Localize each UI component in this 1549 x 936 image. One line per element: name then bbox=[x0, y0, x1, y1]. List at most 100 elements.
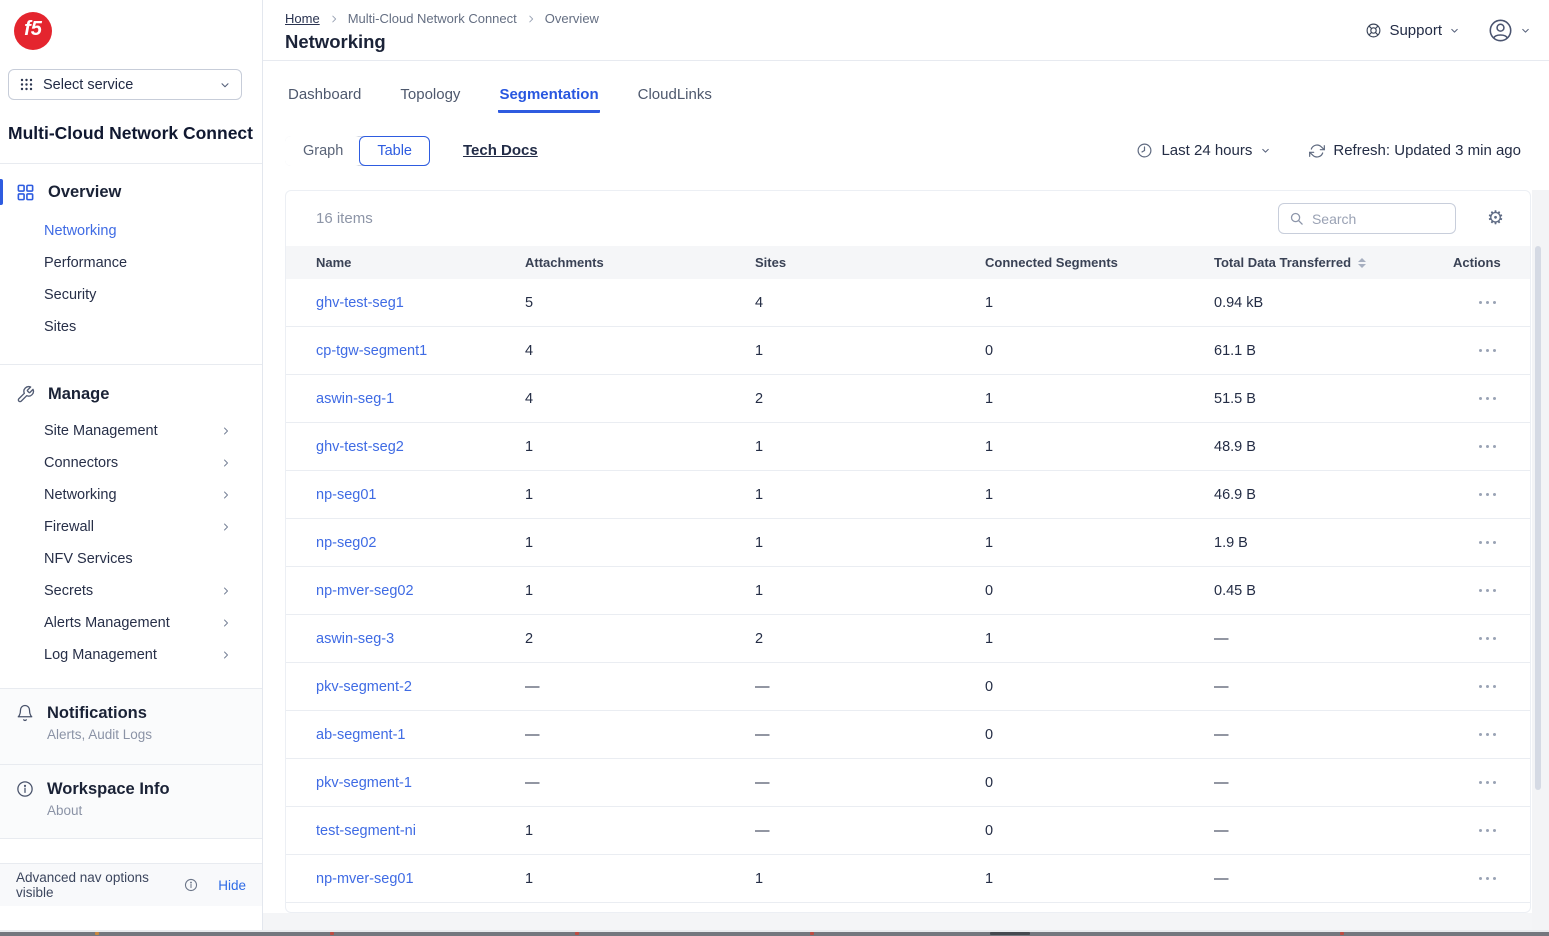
segment-name-link[interactable]: ab-segment-1 bbox=[316, 727, 405, 743]
view-toggle-option[interactable]: Table bbox=[359, 136, 430, 166]
table-row: cp-tgw-segment1 4 1 0 61.1 B bbox=[286, 327, 1530, 375]
row-actions-button[interactable] bbox=[1475, 487, 1501, 503]
search-input[interactable] bbox=[1312, 211, 1445, 227]
support-lifebuoy-icon bbox=[1365, 22, 1382, 39]
row-actions-button[interactable] bbox=[1475, 391, 1501, 407]
segment-name-link[interactable]: ghv-test-seg2 bbox=[316, 439, 404, 455]
tab[interactable]: Topology bbox=[399, 86, 461, 113]
sidebar-item[interactable]: Performance bbox=[0, 247, 262, 279]
connected-segments-value: 0 bbox=[985, 679, 1214, 695]
scrollbar-thumb[interactable] bbox=[1535, 246, 1541, 790]
table-row: pkv-segment-1 — — 0 — bbox=[286, 759, 1530, 807]
breadcrumb-link[interactable]: Multi-Cloud Network Connect bbox=[348, 11, 517, 26]
chevron-right-icon bbox=[220, 521, 232, 533]
account-menu[interactable] bbox=[1488, 18, 1531, 43]
sites-value: 1 bbox=[755, 487, 985, 503]
sidebar-section-manage[interactable]: Manage bbox=[0, 380, 262, 408]
column-header-name[interactable]: Name bbox=[316, 255, 525, 270]
sidebar-item[interactable]: Connectors bbox=[0, 447, 262, 479]
sites-value: 1 bbox=[755, 535, 985, 551]
row-actions-button[interactable] bbox=[1475, 439, 1501, 455]
row-actions-button[interactable] bbox=[1475, 775, 1501, 791]
breadcrumb-link[interactable]: Home bbox=[285, 11, 320, 26]
segment-name-link[interactable]: pkv-segment-1 bbox=[316, 775, 412, 791]
manage-nav-list: Site Management Connectors Networking Fi… bbox=[0, 415, 262, 671]
row-actions-button[interactable] bbox=[1475, 535, 1501, 551]
attachments-value: 4 bbox=[525, 391, 755, 407]
sort-icon[interactable] bbox=[1358, 258, 1366, 268]
scrollbar-track[interactable] bbox=[1532, 190, 1549, 930]
info-icon bbox=[16, 780, 34, 838]
row-actions-button[interactable] bbox=[1475, 343, 1501, 359]
segment-name-link[interactable]: test-segment-ni bbox=[316, 823, 416, 839]
sidebar-section-overview[interactable]: Overview bbox=[0, 178, 262, 206]
tab[interactable]: Segmentation bbox=[498, 86, 599, 113]
sidebar-item[interactable]: Site Management bbox=[0, 415, 262, 447]
refresh-button[interactable]: Refresh: Updated 3 min ago bbox=[1309, 142, 1521, 159]
table-settings-gear-icon[interactable]: ⚙ bbox=[1487, 209, 1504, 228]
total-data-value: 48.9 B bbox=[1214, 439, 1453, 455]
f5-logo[interactable]: f5 bbox=[14, 12, 52, 50]
table-toolbar: 16 items ⚙ bbox=[286, 191, 1530, 246]
chevron-down-icon bbox=[1520, 25, 1531, 36]
clock-icon bbox=[1136, 142, 1153, 159]
support-menu[interactable]: Support bbox=[1365, 22, 1460, 39]
sidebar-item[interactable]: Networking bbox=[0, 479, 262, 511]
segment-name-link[interactable]: cp-tgw-segment1 bbox=[316, 343, 427, 359]
segment-name-link[interactable]: np-mver-seg02 bbox=[316, 583, 414, 599]
segment-name-link[interactable]: aswin-seg-1 bbox=[316, 391, 394, 407]
sidebar-item[interactable]: Networking bbox=[0, 215, 262, 247]
tab[interactable]: CloudLinks bbox=[637, 86, 713, 113]
column-header-connected-segments[interactable]: Connected Segments bbox=[985, 255, 1214, 270]
sidebar-item[interactable]: Firewall bbox=[0, 511, 262, 543]
sidebar-item[interactable]: NFV Services bbox=[0, 543, 262, 575]
sidebar-item[interactable]: Log Management bbox=[0, 639, 262, 671]
select-service-dropdown[interactable]: Select service bbox=[8, 69, 242, 100]
total-data-value: — bbox=[1214, 727, 1453, 743]
page-title: Networking bbox=[285, 31, 1549, 53]
segment-name-link[interactable]: aswin-seg-3 bbox=[316, 631, 394, 647]
row-actions-button[interactable] bbox=[1475, 679, 1501, 695]
chevron-right-icon bbox=[526, 14, 536, 24]
total-data-value: — bbox=[1214, 823, 1453, 839]
connected-segments-value: 1 bbox=[985, 439, 1214, 455]
apps-grid-icon bbox=[19, 77, 34, 92]
row-actions-button[interactable] bbox=[1475, 727, 1501, 743]
wrench-icon bbox=[16, 385, 35, 404]
hide-advanced-nav-link[interactable]: Hide bbox=[218, 878, 246, 893]
segment-name-link[interactable]: pkv-segment-2 bbox=[316, 679, 412, 695]
segment-name-link[interactable]: ghv-test-seg1 bbox=[316, 295, 404, 311]
connected-segments-value: 1 bbox=[985, 487, 1214, 503]
tech-docs-link[interactable]: Tech Docs bbox=[463, 142, 538, 159]
column-header-total-data[interactable]: Total Data Transferred bbox=[1214, 255, 1453, 270]
tab-bar: Dashboard Topology Segmentation CloudLinks bbox=[263, 61, 1549, 113]
column-header-sites[interactable]: Sites bbox=[755, 255, 985, 270]
chevron-right-icon bbox=[220, 617, 232, 629]
sidebar-item[interactable]: Secrets bbox=[0, 575, 262, 607]
column-header-attachments[interactable]: Attachments bbox=[525, 255, 755, 270]
table-row: np-seg01 1 1 1 46.9 B bbox=[286, 471, 1530, 519]
row-actions-button[interactable] bbox=[1475, 583, 1501, 599]
segment-name-link[interactable]: np-seg01 bbox=[316, 487, 376, 503]
row-actions-button[interactable] bbox=[1475, 631, 1501, 647]
view-toggle-option[interactable]: Graph bbox=[285, 136, 361, 166]
sidebar-item[interactable]: Sites bbox=[0, 311, 262, 343]
segment-name-link[interactable]: np-mver-seg01 bbox=[316, 871, 414, 887]
attachments-value: 1 bbox=[525, 487, 755, 503]
sidebar-item[interactable]: Security bbox=[0, 279, 262, 311]
sidebar-item[interactable]: Alerts Management bbox=[0, 607, 262, 639]
tab[interactable]: Dashboard bbox=[287, 86, 362, 113]
row-actions-button[interactable] bbox=[1475, 823, 1501, 839]
row-actions-button[interactable] bbox=[1475, 295, 1501, 311]
row-actions-button[interactable] bbox=[1475, 871, 1501, 887]
sidebar-item-workspace-info[interactable]: Workspace Info About bbox=[0, 764, 262, 838]
table-header-row: Name Attachments Sites Connected Segment… bbox=[286, 246, 1530, 279]
sites-value: 2 bbox=[755, 391, 985, 407]
segment-name-link[interactable]: np-seg02 bbox=[316, 535, 376, 551]
breadcrumb-link[interactable]: Overview bbox=[545, 11, 599, 26]
view-toolbar: GraphTable Tech Docs Last 24 hours bbox=[285, 134, 1521, 167]
search-box bbox=[1278, 203, 1456, 234]
table-row: pkv-segment-2 — — 0 — bbox=[286, 663, 1530, 711]
sidebar-item-notifications[interactable]: Notifications Alerts, Audit Logs bbox=[0, 689, 262, 764]
time-range-dropdown[interactable]: Last 24 hours bbox=[1136, 142, 1271, 159]
